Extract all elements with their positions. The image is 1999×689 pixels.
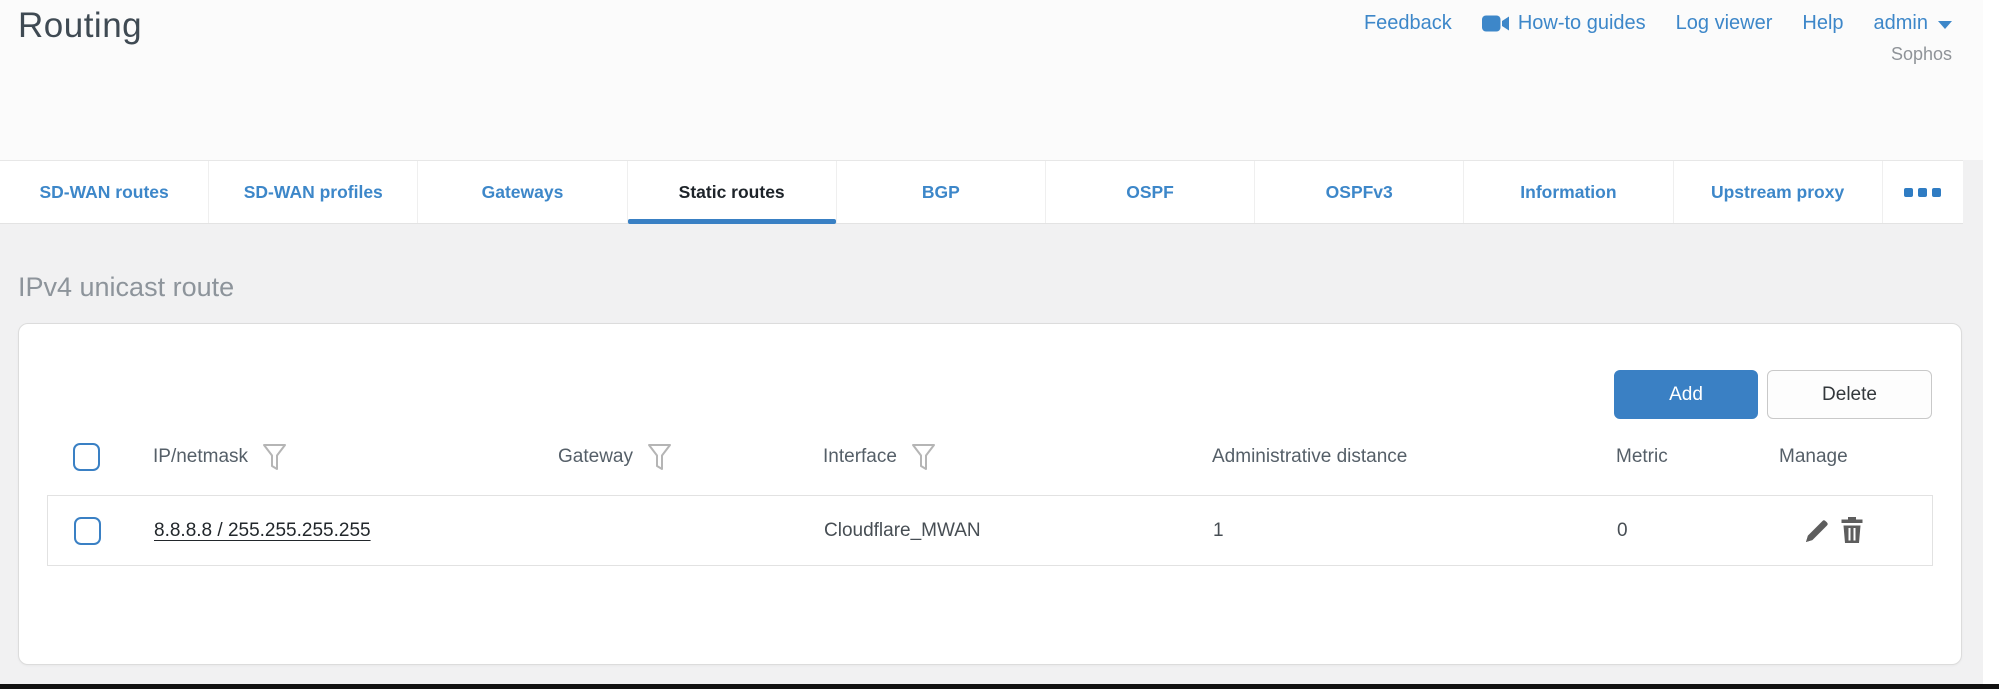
routing-page: Routing Feedback How-to guides Log viewe…	[0, 0, 1999, 689]
edit-pencil-icon[interactable]	[1804, 518, 1830, 544]
tab-ospf[interactable]: OSPF	[1046, 161, 1255, 223]
column-header-administrative-distance: Administrative distance	[1212, 446, 1616, 468]
tab-gateways[interactable]: Gateways	[418, 161, 627, 223]
row-checkbox[interactable]	[74, 517, 101, 545]
top-header: Routing Feedback How-to guides Log viewe…	[0, 0, 1999, 160]
delete-button[interactable]: Delete	[1767, 370, 1932, 419]
tab-information[interactable]: Information	[1464, 161, 1673, 223]
column-header-gateway: Gateway	[558, 443, 823, 472]
select-all-checkbox[interactable]	[73, 443, 100, 471]
interface-cell: Cloudflare_MWAN	[824, 520, 1213, 542]
column-header-ip-netmask: IP/netmask	[153, 443, 558, 472]
caret-down-icon	[1938, 21, 1952, 29]
administrative-distance-cell: 1	[1213, 520, 1617, 542]
tab-bgp[interactable]: BGP	[837, 161, 1046, 223]
tab-sdwan-routes[interactable]: SD-WAN routes	[0, 161, 209, 223]
filter-icon[interactable]	[262, 443, 287, 472]
manage-header-label: Manage	[1779, 446, 1848, 468]
admin-menu[interactable]: admin	[1874, 12, 1952, 35]
column-header-metric: Metric	[1616, 446, 1779, 468]
section-heading: IPv4 unicast route	[18, 272, 234, 303]
interface-header-label: Interface	[823, 446, 897, 468]
metric-header-label: Metric	[1616, 446, 1668, 468]
administrative-distance-header-label: Administrative distance	[1212, 446, 1407, 468]
table-header-row: IP/netmask Gateway Interface	[47, 432, 1933, 482]
ellipsis-icon	[1918, 188, 1927, 197]
how-to-guides-label: How-to guides	[1518, 12, 1646, 35]
ip-netmask-header-label: IP/netmask	[153, 446, 248, 468]
column-header-manage: Manage	[1779, 446, 1933, 468]
feedback-link[interactable]: Feedback	[1364, 12, 1452, 35]
ellipsis-icon	[1904, 188, 1913, 197]
column-header-interface: Interface	[823, 443, 1212, 472]
manage-cell	[1780, 517, 1932, 544]
tab-upstream-proxy[interactable]: Upstream proxy	[1674, 161, 1883, 223]
tab-ospfv3[interactable]: OSPFv3	[1255, 161, 1464, 223]
log-viewer-label: Log viewer	[1676, 12, 1773, 35]
scrollbar-track[interactable]	[1983, 0, 1999, 684]
tab-sdwan-profiles[interactable]: SD-WAN profiles	[209, 161, 418, 223]
help-link[interactable]: Help	[1802, 12, 1843, 35]
how-to-guides-link[interactable]: How-to guides	[1482, 12, 1646, 35]
video-camera-icon	[1482, 14, 1510, 33]
ellipsis-icon	[1932, 188, 1941, 197]
filter-icon[interactable]	[911, 443, 936, 472]
row-checkbox-cell	[48, 517, 154, 545]
tab-bar: SD-WAN routes SD-WAN profiles Gateways S…	[0, 160, 1963, 224]
window-bottom-edge	[0, 684, 1999, 689]
log-viewer-link[interactable]: Log viewer	[1676, 12, 1773, 35]
card-actions: Add Delete	[1614, 370, 1932, 419]
gateway-header-label: Gateway	[558, 446, 633, 468]
tab-static-routes[interactable]: Static routes	[628, 161, 837, 223]
header-checkbox-cell	[47, 443, 153, 471]
ip-netmask-link[interactable]: 8.8.8.8 / 255.255.255.255	[154, 520, 371, 541]
tab-overflow-button[interactable]	[1883, 161, 1963, 223]
routes-card: Add Delete IP/netmask Gateway	[18, 323, 1962, 665]
filter-icon[interactable]	[647, 443, 672, 472]
feedback-label: Feedback	[1364, 12, 1452, 35]
delete-trash-icon[interactable]	[1840, 517, 1864, 544]
table-row: 8.8.8.8 / 255.255.255.255 Cloudflare_MWA…	[47, 495, 1933, 566]
metric-cell: 0	[1617, 520, 1780, 542]
admin-label: admin	[1874, 12, 1928, 35]
help-label: Help	[1802, 12, 1843, 35]
add-button[interactable]: Add	[1614, 370, 1758, 419]
top-nav: Feedback How-to guides Log viewer Help a…	[1364, 12, 1952, 35]
page-title: Routing	[18, 6, 142, 46]
ip-netmask-cell: 8.8.8.8 / 255.255.255.255	[154, 520, 559, 542]
brand-label: Sophos	[1891, 44, 1952, 65]
